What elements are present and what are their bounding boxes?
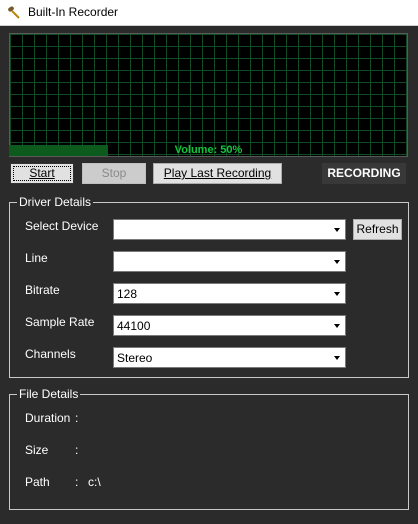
start-button-label: Start (29, 166, 55, 180)
sample-rate-value: 44100 (117, 319, 151, 333)
window-title: Built-In Recorder (28, 5, 119, 19)
recording-status-label: RECORDING (322, 163, 406, 184)
chevron-down-icon[interactable] (328, 316, 345, 335)
chevron-down-icon[interactable] (328, 252, 345, 271)
select-device-dropdown[interactable] (113, 219, 346, 240)
bitrate-value: 128 (117, 287, 138, 301)
line-dropdown[interactable] (113, 251, 346, 272)
sample-rate-label: Sample Rate (25, 315, 95, 329)
size-colon: : (75, 443, 79, 457)
path-value: c:\ (88, 475, 101, 489)
refresh-button-label: Refresh (356, 222, 399, 236)
chevron-down-icon[interactable] (328, 348, 345, 367)
channels-value: Stereo (117, 351, 153, 365)
select-device-label: Select Device (25, 219, 99, 233)
chevron-down-icon[interactable] (328, 284, 345, 303)
duration-colon: : (75, 411, 79, 425)
refresh-button[interactable]: Refresh (353, 219, 402, 240)
bitrate-dropdown[interactable]: 128 (113, 283, 346, 304)
channels-label: Channels (25, 347, 76, 361)
stop-button-label: Stop (101, 166, 127, 180)
play-last-recording-button[interactable]: Play Last Recording (153, 163, 282, 184)
line-label: Line (25, 251, 48, 265)
duration-label: Duration (25, 411, 71, 425)
microphone-icon (8, 6, 20, 19)
path-label: Path (25, 475, 50, 489)
file-details-title: File Details (17, 387, 81, 401)
title-bar: Built-In Recorder (0, 0, 418, 26)
start-button[interactable]: Start (10, 163, 74, 184)
path-colon: : (75, 475, 79, 489)
channels-dropdown[interactable]: Stereo (113, 347, 346, 368)
chevron-down-icon[interactable] (328, 220, 345, 239)
size-label: Size (25, 443, 49, 457)
stop-button[interactable]: Stop (82, 163, 146, 184)
bitrate-label: Bitrate (25, 283, 60, 297)
sample-rate-dropdown[interactable]: 44100 (113, 315, 346, 336)
volume-label: Volume: 50% (174, 144, 243, 156)
play-button-label: Play Last Recording (163, 166, 272, 180)
audio-meter-display (9, 33, 408, 157)
driver-details-title: Driver Details (17, 195, 94, 209)
